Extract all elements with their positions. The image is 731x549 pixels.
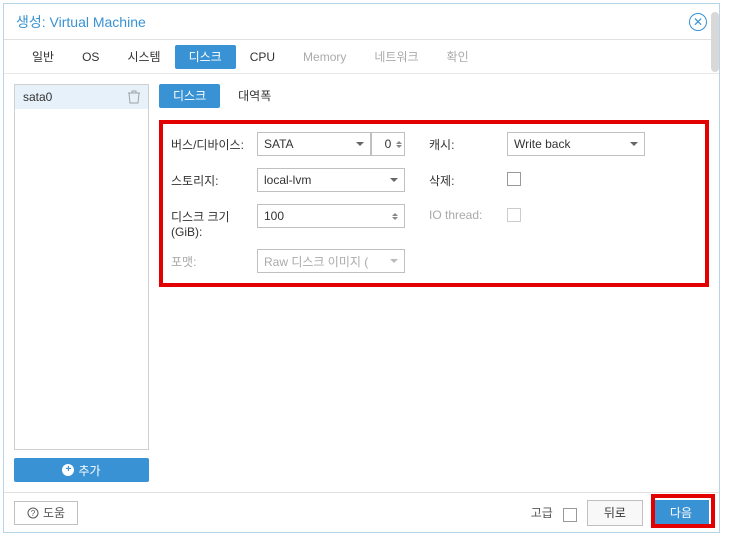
wizard-tabs: 일반 OS 시스템 디스크 CPU Memory 네트워크 확인 bbox=[4, 40, 719, 74]
iothread-checkbox bbox=[507, 208, 521, 222]
tab-network: 네트워크 bbox=[360, 45, 432, 69]
tab-cpu[interactable]: CPU bbox=[236, 45, 289, 69]
row-iothread: IO thread: bbox=[429, 204, 645, 230]
spinner-icon[interactable] bbox=[396, 141, 402, 148]
disk-item-label: sata0 bbox=[23, 90, 52, 104]
tab-general[interactable]: 일반 bbox=[18, 45, 68, 69]
discard-checkbox[interactable] bbox=[507, 172, 521, 186]
help-button[interactable]: ? 도움 bbox=[14, 501, 78, 525]
add-disk-label: 추가 bbox=[78, 462, 100, 479]
format-select: Raw 디스크 이미지 ( bbox=[257, 249, 405, 273]
footer-right: 고급 뒤로 다음 bbox=[531, 500, 709, 526]
help-label: 도움 bbox=[43, 504, 65, 521]
chevron-down-icon bbox=[630, 142, 638, 146]
disk-size-input[interactable]: 100 bbox=[257, 204, 405, 228]
spinner-icon[interactable] bbox=[392, 213, 398, 220]
modal-body: sata0 + 추가 디스크 대역폭 bbox=[4, 74, 719, 492]
disk-subtabs: 디스크 대역폭 bbox=[159, 84, 709, 112]
back-button[interactable]: 뒤로 bbox=[587, 500, 643, 526]
disk-form-panel: 디스크 대역폭 버스/디바이스: SATA bbox=[159, 84, 709, 482]
row-format: 포맷: Raw 디스크 이미지 ( bbox=[171, 249, 405, 275]
modal-title: 생성: Virtual Machine bbox=[16, 12, 146, 32]
row-storage: 스토리지: local-lvm bbox=[171, 168, 405, 194]
row-cache: 캐시: Write back bbox=[429, 132, 645, 158]
subtab-disk[interactable]: 디스크 bbox=[159, 84, 220, 108]
modal-header: 생성: Virtual Machine ✕ bbox=[4, 4, 719, 40]
bus-label: 버스/디바이스: bbox=[171, 132, 249, 153]
modal-footer: ? 도움 고급 뒤로 다음 bbox=[4, 492, 719, 532]
help-icon: ? bbox=[27, 507, 39, 519]
tab-system[interactable]: 시스템 bbox=[113, 45, 174, 69]
chevron-down-icon bbox=[356, 142, 364, 146]
chevron-down-icon bbox=[390, 259, 398, 263]
bus-select[interactable]: SATA bbox=[257, 132, 371, 156]
scrollbar[interactable] bbox=[711, 12, 719, 72]
storage-label: 스토리지: bbox=[171, 168, 249, 189]
size-label: 디스크 크기 (GiB): bbox=[171, 204, 249, 239]
bus-index-input[interactable]: 0 bbox=[371, 132, 405, 156]
trash-icon[interactable] bbox=[128, 90, 140, 104]
add-disk-button[interactable]: + 추가 bbox=[14, 458, 149, 482]
iothread-label: IO thread: bbox=[429, 204, 499, 222]
tab-memory: Memory bbox=[289, 45, 360, 69]
cache-select[interactable]: Write back bbox=[507, 132, 645, 156]
row-size: 디스크 크기 (GiB): 100 bbox=[171, 204, 405, 239]
cache-label: 캐시: bbox=[429, 132, 499, 153]
advanced-label: 고급 bbox=[531, 504, 553, 521]
form-right-column: 캐시: Write back 삭제: IO thread: bbox=[429, 132, 645, 275]
svg-text:?: ? bbox=[31, 509, 36, 518]
create-vm-modal: 생성: Virtual Machine ✕ 일반 OS 시스템 디스크 CPU … bbox=[3, 3, 720, 533]
form-left-column: 버스/디바이스: SATA 0 bbox=[171, 132, 405, 275]
row-bus: 버스/디바이스: SATA 0 bbox=[171, 132, 405, 158]
subtab-bandwidth[interactable]: 대역폭 bbox=[224, 84, 285, 108]
plus-icon: + bbox=[62, 464, 74, 476]
chevron-down-icon bbox=[390, 178, 398, 182]
disk-item-sata0[interactable]: sata0 bbox=[15, 85, 148, 109]
close-icon[interactable]: ✕ bbox=[689, 13, 707, 31]
format-label: 포맷: bbox=[171, 249, 249, 270]
row-discard: 삭제: bbox=[429, 168, 645, 194]
tab-os[interactable]: OS bbox=[68, 45, 113, 69]
disk-list: sata0 bbox=[14, 84, 149, 450]
disk-sidebar: sata0 + 추가 bbox=[14, 84, 149, 482]
discard-label: 삭제: bbox=[429, 168, 499, 189]
form-highlight: 버스/디바이스: SATA 0 bbox=[159, 120, 709, 287]
advanced-checkbox[interactable] bbox=[563, 508, 577, 522]
tab-disk[interactable]: 디스크 bbox=[175, 45, 236, 69]
tab-confirm: 확인 bbox=[433, 45, 483, 69]
storage-select[interactable]: local-lvm bbox=[257, 168, 405, 192]
next-button[interactable]: 다음 bbox=[653, 500, 709, 526]
